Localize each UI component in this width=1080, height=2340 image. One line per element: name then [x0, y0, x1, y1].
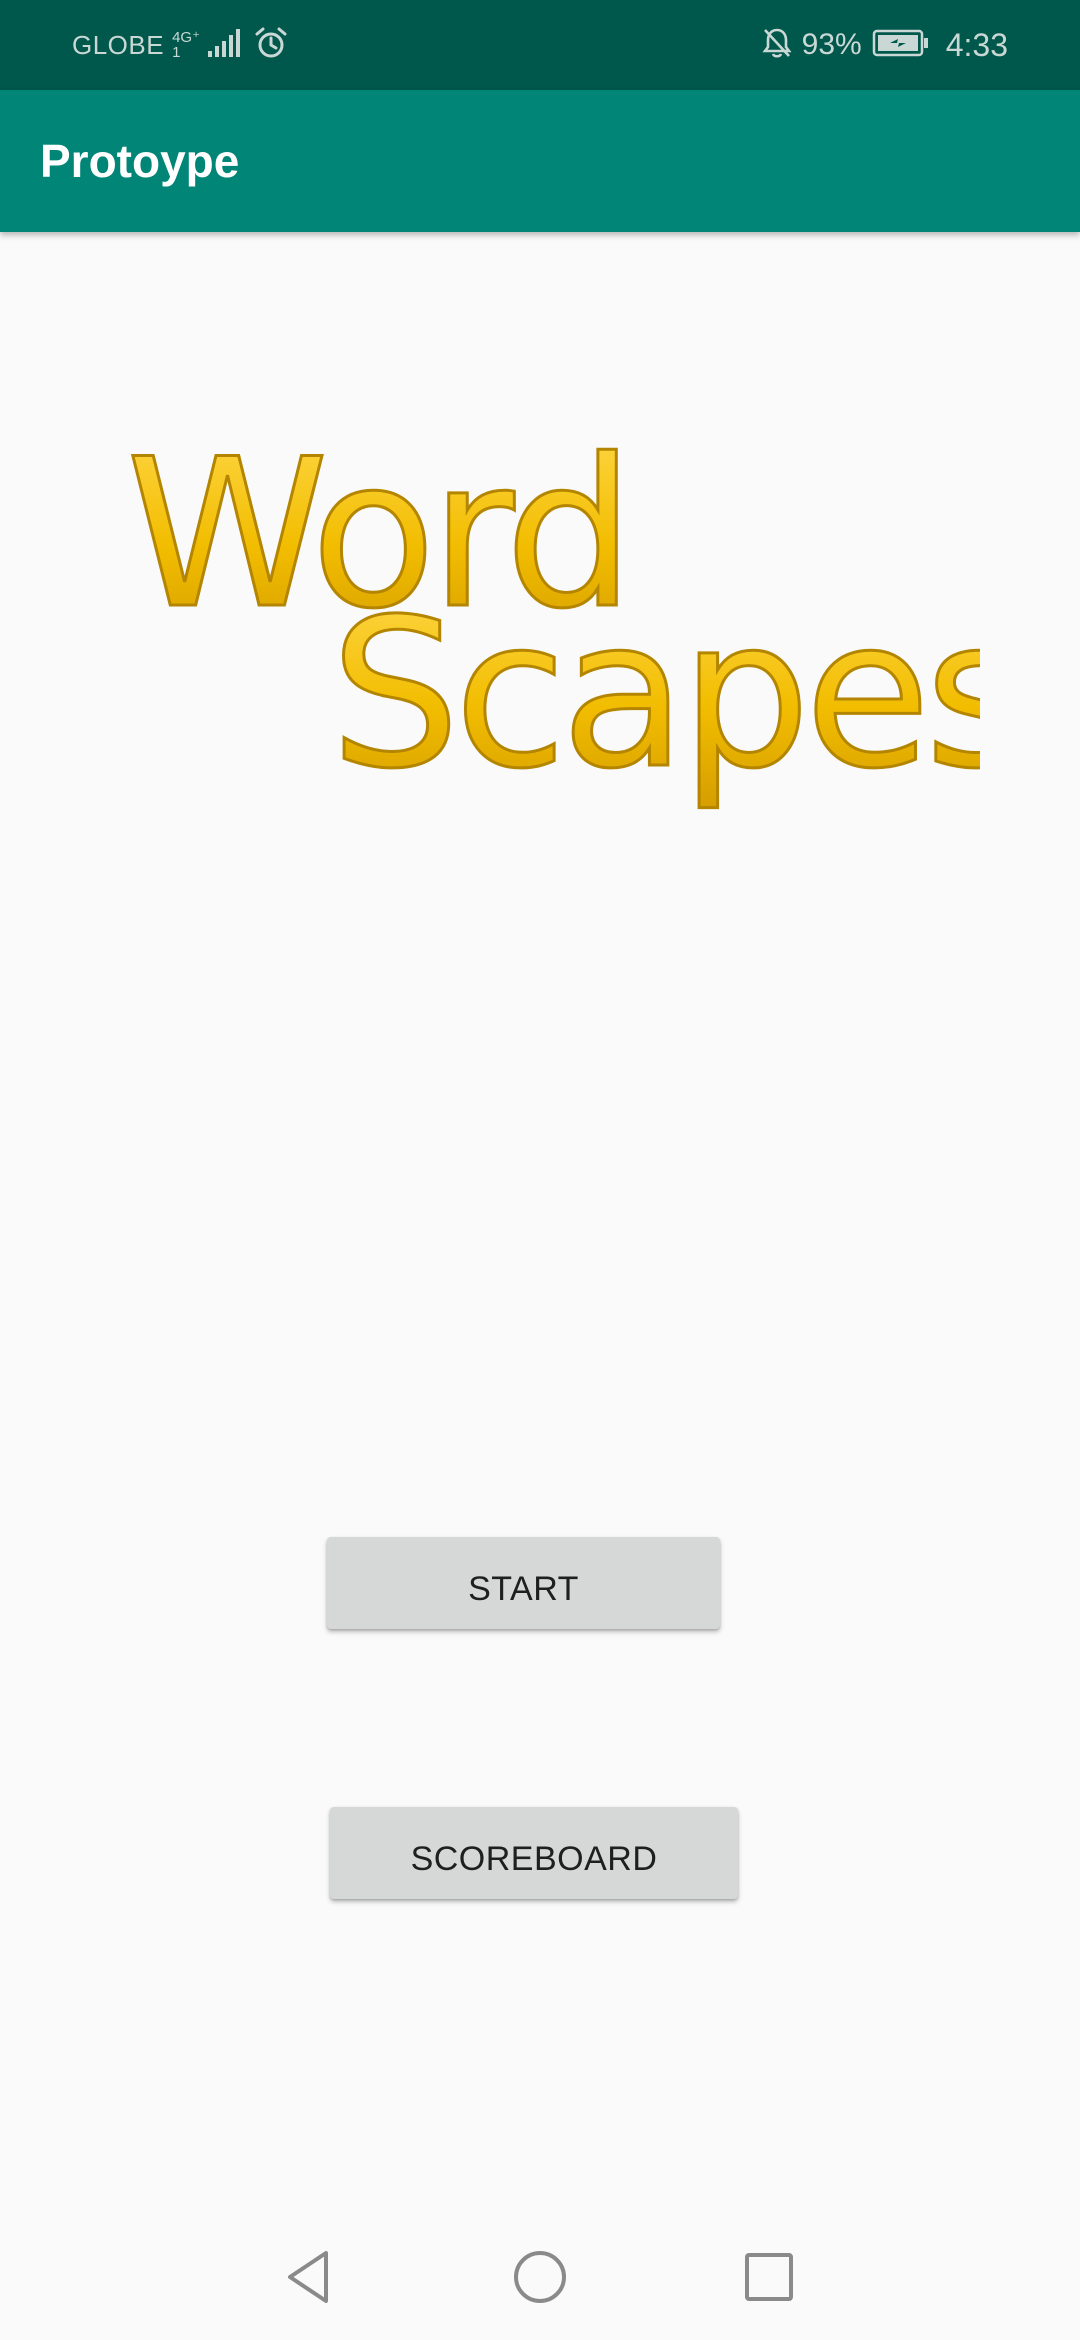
clock: 4:33 [945, 26, 1008, 63]
start-button-label: START [468, 1569, 579, 1608]
network-type-bottom: 1 [172, 44, 181, 61]
recents-icon[interactable] [729, 2237, 809, 2317]
status-right: 93% 4:33 [762, 0, 1008, 90]
start-button[interactable]: START [327, 1537, 720, 1629]
battery-charging-icon [872, 28, 930, 63]
scoreboard-button-label: SCOREBOARD [410, 1839, 658, 1878]
app-title: Protoype [40, 135, 240, 187]
back-icon[interactable] [268, 2237, 348, 2317]
network-type: 4G⁺ 1 [172, 30, 200, 60]
navigation-bar [0, 2215, 1080, 2340]
signal-icon [208, 28, 241, 62]
notifications-off-icon [762, 27, 792, 64]
status-bar: GLOBE 4G⁺ 1 93% 4:33 [0, 0, 1080, 90]
carrier-name: GLOBE [72, 29, 165, 60]
logo-scapes: Scapes [330, 576, 980, 814]
scoreboard-button[interactable]: SCOREBOARD [330, 1807, 738, 1899]
home-icon[interactable] [500, 2237, 580, 2317]
app-bar: Protoype [0, 90, 1080, 232]
status-left: GLOBE 4G⁺ 1 [72, 0, 288, 90]
network-type-top: 4G⁺ [172, 29, 201, 46]
battery-percent: 93% [801, 28, 862, 61]
wordscapes-logo: Word Scapes [125, 430, 981, 816]
alarm-icon [254, 26, 288, 65]
